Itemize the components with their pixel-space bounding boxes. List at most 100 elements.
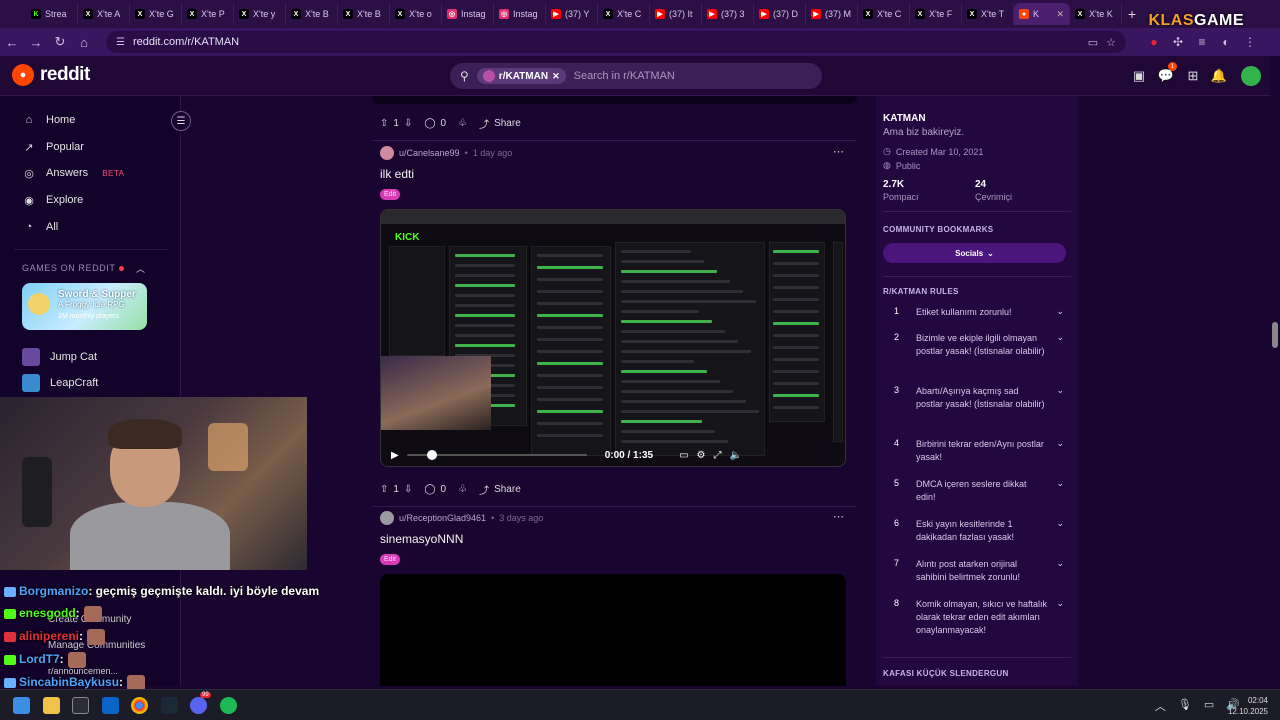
post1-award-button[interactable]: ♧ [458,484,467,495]
outlook-icon[interactable] [102,697,119,714]
post1-share-button[interactable]: ⤴ Share [479,482,521,497]
post1-title[interactable]: ilk edti [380,167,414,181]
browser-tab[interactable]: X X'te A [78,3,130,25]
post1-more-icon[interactable]: ⋯ [833,145,845,158]
rule-item[interactable]: 8 Komik olmayan, sıkıcı ve haftalık olara… [894,598,1064,637]
browser-tab[interactable]: ▶ (37) M [806,3,858,25]
extension-red-icon[interactable]: ● [1142,30,1166,54]
browser-tab[interactable]: ◎ Instag [442,3,494,25]
post1-flair[interactable]: Edit [380,189,401,200]
rule-item[interactable]: 5 DMCA içeren seslere dikkat edin! ⌄ [894,478,1064,504]
collapse-chevron-icon[interactable]: ︿ [136,262,146,275]
tray-chevron-icon[interactable]: ︿ [1155,698,1166,714]
rule-item[interactable]: 1 Etiket kullanımı zorunlu! ⌄ [894,306,1064,319]
browser-tab[interactable]: X X'te B [286,3,338,25]
nav-home[interactable]: ⌂ Home [22,113,76,127]
browser-tab[interactable]: ▶ (37) D [754,3,806,25]
reload-icon[interactable]: ↻ [48,30,72,54]
browser-tab[interactable]: ▶ (37) 3 [702,3,754,25]
new-tab-icon[interactable]: + [1122,6,1142,22]
fullscreen-icon[interactable]: ⤢ [714,450,722,461]
advertise-icon[interactable]: ▣ [1130,68,1148,84]
close-tab-icon[interactable]: ✕ [1056,9,1064,20]
award-button[interactable]: ♧ [458,118,467,129]
chip-close-icon[interactable]: ✕ [552,71,560,82]
post1-username[interactable]: u/Canelsane99 [399,148,460,158]
rule-expand-chevron-icon[interactable]: ⌄ [1056,332,1064,358]
rule-expand-chevron-icon[interactable]: ⌄ [1056,438,1064,464]
post2-flair[interactable]: Edit [380,554,401,565]
subreddit-search-chip[interactable]: r/KATMAN ✕ [476,68,566,84]
media-controls-icon[interactable]: ≡ [1190,30,1214,54]
discord-icon[interactable]: 99 [190,692,211,714]
taskbar-clock[interactable]: 02:04 12.10.2025 [1228,695,1268,717]
nav-explore[interactable]: ◉ Explore [22,193,83,207]
rule-item[interactable]: 2 Bizimle ve ekiple ilgili olmayan postla… [894,332,1064,358]
sidebar-toggle-icon[interactable]: ☰ [171,111,191,131]
search-bar[interactable]: ⚲ r/KATMAN ✕ Search in r/KATMAN [450,63,822,89]
game-leapcraft[interactable]: LeapCraft [22,374,98,392]
browser-menu-icon[interactable]: ⋮ [1238,30,1262,54]
rule-expand-chevron-icon[interactable]: ⌄ [1056,385,1064,411]
post1-downvote-icon[interactable]: ⇩ [404,484,412,495]
game-jump-cat[interactable]: Jump Cat [22,348,97,366]
rule-expand-chevron-icon[interactable]: ⌄ [1056,598,1064,637]
browser-tab[interactable]: ● K ✕ [1014,3,1070,25]
chat-icon[interactable]: 💬 1 [1157,62,1177,84]
file-explorer-icon[interactable] [43,697,60,714]
network-icon[interactable]: ▭ [1204,698,1214,714]
play-icon[interactable]: ▶ [391,450,399,461]
rule-item[interactable]: 3 Abartı/Aşırıya kaçmış sad postlar yasak… [894,385,1064,411]
install-app-icon[interactable]: ▭ [1088,36,1098,49]
browser-tab[interactable]: ▶ (37) Y [546,3,598,25]
browser-tab[interactable]: X X'te K [1070,3,1122,25]
browser-tab[interactable]: X X'te T [962,3,1014,25]
rule-expand-chevron-icon[interactable]: ⌄ [1056,306,1064,319]
rule-item[interactable]: 4 Birbirini tekrar eden/Aynı postlar yasa… [894,438,1064,464]
post2-user-avatar[interactable] [380,511,394,525]
browser-tab[interactable]: X X'te P [182,3,234,25]
rule-expand-chevron-icon[interactable]: ⌄ [1056,558,1064,584]
games-section-title[interactable]: GAMES ON REDDIT ︿ [22,263,145,274]
user-avatar[interactable] [1241,66,1261,86]
steam-icon[interactable] [161,697,178,714]
volume-icon[interactable]: 🔈 [730,450,742,461]
socials-dropdown-button[interactable]: Socials ⌄ [883,243,1066,263]
upvote-icon[interactable]: ⇧ [380,118,388,129]
comments-button[interactable]: ◯ 0 [424,118,446,129]
browser-tab[interactable]: X X'te B [338,3,390,25]
browser-tab[interactable]: X X'te F [910,3,962,25]
post1-video-player[interactable]: KICK ▶ 0:00 / 1:35 ▭ ⚙ ⤢ 🔈 [380,209,846,467]
video-scrubber[interactable] [406,450,587,460]
browser-tab[interactable]: X X'te o [390,3,442,25]
browser-tab[interactable]: ▶ (37) It [650,3,702,25]
calculator-icon[interactable] [72,697,89,714]
browser-tab[interactable]: X X'te C [858,3,910,25]
extensions-icon[interactable]: ✣ [1166,30,1190,54]
nav-answers[interactable]: ◎ Answers BETA [22,166,125,180]
windows-start-icon[interactable] [13,697,30,714]
rule-expand-chevron-icon[interactable]: ⌄ [1056,478,1064,504]
downvote-icon[interactable]: ⇩ [404,118,412,129]
captions-icon[interactable]: ▭ [679,450,688,461]
browser-tab[interactable]: ◎ Instag [494,3,546,25]
nav-popular[interactable]: ↗ Popular [22,140,84,154]
forward-icon[interactable]: → [24,30,48,54]
browser-tab[interactable]: X X'te G [130,3,182,25]
home-browser-icon[interactable]: ⌂ [72,30,96,54]
post2-username[interactable]: u/ReceptionGlad9461 [399,513,486,523]
profile-icon[interactable]: ◐ [1214,30,1238,54]
post2-title[interactable]: sinemasyoNNN [380,532,463,546]
settings-gear-icon[interactable]: ⚙ [697,450,706,461]
browser-tab[interactable]: X X'te C [598,3,650,25]
post1-user-avatar[interactable] [380,146,394,160]
back-icon[interactable]: ← [0,30,24,54]
spotify-icon[interactable] [220,697,237,714]
share-button[interactable]: ⤴ Share [479,116,521,131]
nav-all[interactable]: ◔ All [22,220,59,234]
page-scrollbar[interactable] [1270,56,1280,686]
featured-game-card[interactable]: Sword & Supper A Froggy Idle RPG 1M mont… [22,283,147,330]
microphone-icon[interactable]: 🎙 [1178,698,1192,714]
rule-item[interactable]: 6 Eski yayın kesitlerinde 1 dakikadan faz… [894,518,1064,544]
scrollbar-thumb[interactable] [1272,322,1278,348]
